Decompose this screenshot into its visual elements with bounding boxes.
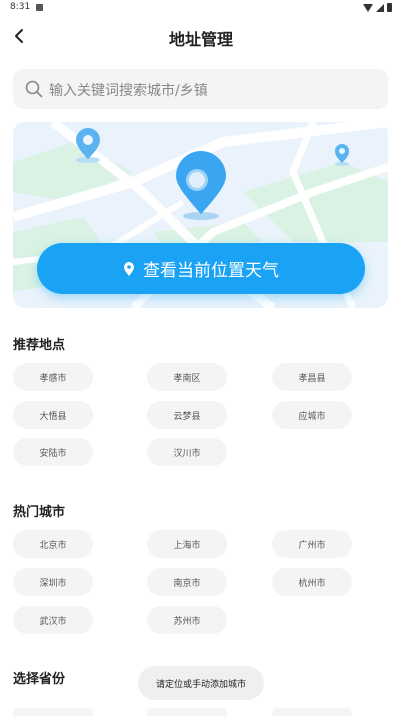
hot-cities-section-title: 热门城市 <box>13 505 66 520</box>
location-button-label: 查看当前位置天气 <box>143 261 279 281</box>
recommended-chip[interactable]: 云梦县 <box>147 401 227 429</box>
hot-city-chip[interactable]: 武汉市 <box>13 606 93 634</box>
hot-city-chip[interactable]: 上海市 <box>147 530 227 558</box>
recommended-chip[interactable]: 孝感市 <box>13 363 93 391</box>
hot-city-chip[interactable]: 广州市 <box>272 530 352 558</box>
status-bar: 8:31 <box>0 0 402 16</box>
hot-city-chip[interactable]: 南京市 <box>147 568 227 596</box>
hot-city-chip[interactable]: 苏州市 <box>147 606 227 634</box>
hot-city-chip[interactable]: 杭州市 <box>272 568 352 596</box>
wifi-icon <box>363 3 373 12</box>
status-time: 8:31 <box>10 2 31 12</box>
search-icon <box>25 80 43 98</box>
recommended-chip[interactable]: 孝昌县 <box>272 363 352 391</box>
province-chip[interactable] <box>272 708 352 716</box>
provinces-section-title: 选择省份 <box>13 672 66 687</box>
hot-city-chip[interactable]: 北京市 <box>13 530 93 558</box>
recommended-chip[interactable]: 汉川市 <box>147 438 227 466</box>
province-chip[interactable] <box>13 708 93 716</box>
search-placeholder: 输入关键词搜索城市/乡镇 <box>49 83 208 99</box>
location-pin-icon <box>124 261 134 276</box>
map-card: 查看当前位置天气 <box>13 122 388 308</box>
recommended-chip[interactable]: 应城市 <box>272 401 352 429</box>
view-current-location-weather-button[interactable]: 查看当前位置天气 <box>37 243 365 294</box>
recommended-section-title: 推荐地点 <box>13 338 66 353</box>
status-icons <box>363 3 392 12</box>
page-title: 地址管理 <box>168 30 233 49</box>
province-chip[interactable] <box>147 708 227 716</box>
recommended-chip[interactable]: 大悟县 <box>13 401 93 429</box>
signal-icon <box>376 3 384 12</box>
sim-icon <box>36 4 43 11</box>
toast-message: 请定位或手动添加城市 <box>138 666 264 700</box>
top-bar: 地址管理 <box>0 18 402 56</box>
recommended-chip[interactable]: 孝南区 <box>147 363 227 391</box>
hot-city-chip[interactable]: 深圳市 <box>13 568 93 596</box>
recommended-chip[interactable]: 安陆市 <box>13 438 93 466</box>
battery-icon <box>387 3 392 12</box>
search-input[interactable]: 输入关键词搜索城市/乡镇 <box>13 69 388 109</box>
